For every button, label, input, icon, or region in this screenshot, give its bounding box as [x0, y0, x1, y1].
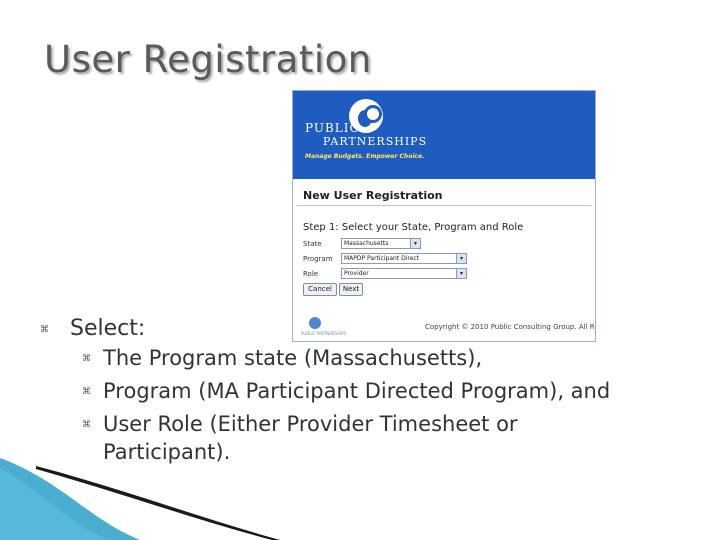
footer-logo-icon	[309, 317, 321, 329]
footer-logo-text: PUBLIC PARTNERSHIPS	[301, 331, 347, 336]
program-label: Program	[303, 255, 333, 263]
program-select[interactable]: MAPDP Participant Direct ▾	[341, 253, 467, 264]
bullet-icon: ⌘	[82, 354, 91, 364]
brand-tagline: Manage Budgets. Empower Choice.	[305, 153, 425, 160]
role-label: Role	[303, 270, 319, 278]
chevron-down-icon[interactable]: ▾	[410, 239, 420, 248]
copyright-text: Copyright © 2010 Public Consulting Group…	[425, 323, 596, 331]
cancel-button[interactable]: Cancel	[303, 283, 337, 296]
step-heading: Step 1: Select your State, Program and R…	[303, 222, 524, 233]
brand-name-line2: PARTNERSHIPS	[323, 135, 428, 148]
bullet-icon: ⌘	[82, 420, 91, 430]
decorative-swoosh	[0, 458, 280, 540]
state-select[interactable]: Massachusetts ▾	[341, 238, 421, 249]
registration-screenshot: PUBLIC PARTNERSHIPS Manage Budgets. Empo…	[292, 90, 596, 342]
brand-name-line1: PUBLIC	[305, 121, 360, 135]
slide-title: User Registration	[44, 38, 372, 81]
state-select-value: Massachusetts	[344, 240, 389, 247]
state-label: State	[303, 240, 322, 248]
bullet-icon: ⌘	[40, 325, 49, 335]
chevron-down-icon[interactable]: ▾	[456, 269, 466, 278]
next-button[interactable]: Next	[339, 283, 363, 296]
bullet-icon: ⌘	[82, 387, 91, 397]
program-select-value: MAPDP Participant Direct	[344, 255, 420, 262]
form-title: New User Registration	[303, 189, 443, 202]
brand-banner: PUBLIC PARTNERSHIPS Manage Budgets. Empo…	[293, 91, 595, 179]
role-select[interactable]: Provider ▾	[341, 268, 467, 279]
divider	[297, 205, 591, 206]
chevron-down-icon[interactable]: ▾	[456, 254, 466, 263]
role-select-value: Provider	[344, 270, 369, 277]
